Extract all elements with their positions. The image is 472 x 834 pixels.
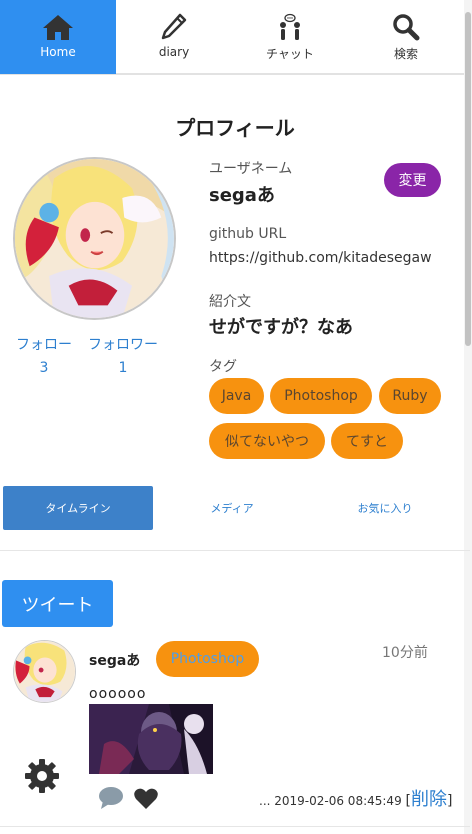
nav-home[interactable]: Home (0, 0, 116, 74)
tab-timeline[interactable]: タイムライン (3, 486, 153, 530)
tweet-date-text: ... 2019-02-06 08:45:49 (259, 794, 402, 808)
intro-label: 紹介文 (209, 294, 251, 310)
follow-label[interactable]: フォロー (16, 337, 72, 353)
tag-photoshop[interactable]: Photoshop (270, 378, 372, 414)
tags-label: タグ (209, 359, 237, 375)
gear-icon[interactable] (23, 757, 61, 795)
tweet-divider (0, 826, 470, 827)
username-label: ユーザネーム (209, 161, 293, 177)
tag-ruby[interactable]: Ruby (379, 378, 441, 414)
profile-avatar (13, 157, 176, 320)
tweet-relative-time: 10分前 (382, 645, 428, 661)
bracket-close: ] (447, 793, 453, 809)
follower-label[interactable]: フォロワー (88, 337, 158, 353)
nav-diary-label: diary (158, 45, 190, 59)
tweet-text: oooooo (89, 686, 147, 702)
home-icon (43, 15, 73, 40)
tag-java[interactable]: Java (209, 378, 264, 414)
follow-number[interactable]: 3 (16, 360, 72, 376)
tag-nitenai[interactable]: 似てないやつ (209, 423, 325, 459)
tweet-button[interactable]: ツイート (2, 580, 113, 627)
tab-media[interactable]: メディア (158, 486, 306, 530)
follower-number[interactable]: 1 (88, 360, 158, 376)
github-label: github URL (209, 226, 287, 242)
tag-tesuto[interactable]: てすと (331, 423, 403, 459)
nav-chat[interactable]: チャット (232, 0, 348, 74)
nav-search-label: 検索 (393, 47, 418, 61)
page-title: プロフィール (175, 116, 295, 140)
nav-search[interactable]: 検索 (348, 0, 464, 74)
github-url[interactable]: https://github.com/kitadesegaw (209, 250, 432, 266)
follower-count[interactable]: フォロワー 1 (88, 334, 158, 376)
tweet-date: ... 2019-02-06 08:45:49 [削除] (259, 785, 452, 811)
nav-home-label: Home (40, 45, 76, 59)
scrollbar-thumb[interactable] (465, 12, 471, 346)
heart-icon[interactable] (133, 787, 159, 811)
top-nav: Home diary チャット 検索 (0, 0, 464, 75)
nav-chat-label: チャット (266, 47, 314, 61)
search-icon (393, 14, 420, 41)
tweet-avatar[interactable] (13, 640, 76, 703)
nav-diary[interactable]: diary (116, 0, 232, 74)
tab-favorites[interactable]: お気に入り (310, 486, 460, 530)
tweet-image[interactable] (89, 704, 213, 774)
follow-count[interactable]: フォロー 3 (16, 334, 72, 376)
delete-link[interactable]: 削除 (411, 789, 447, 810)
chat-people-icon (280, 13, 300, 40)
tabs-divider (0, 550, 470, 551)
pencil-icon (161, 13, 187, 40)
username-value: segaあ (209, 185, 275, 206)
tweet-tag[interactable]: Photoshop (156, 641, 259, 677)
intro-value: せがですが？なあ (209, 317, 353, 338)
tweet-username[interactable]: segaあ (89, 650, 140, 670)
comment-icon[interactable] (98, 786, 124, 810)
change-button[interactable]: 変更 (384, 163, 441, 197)
